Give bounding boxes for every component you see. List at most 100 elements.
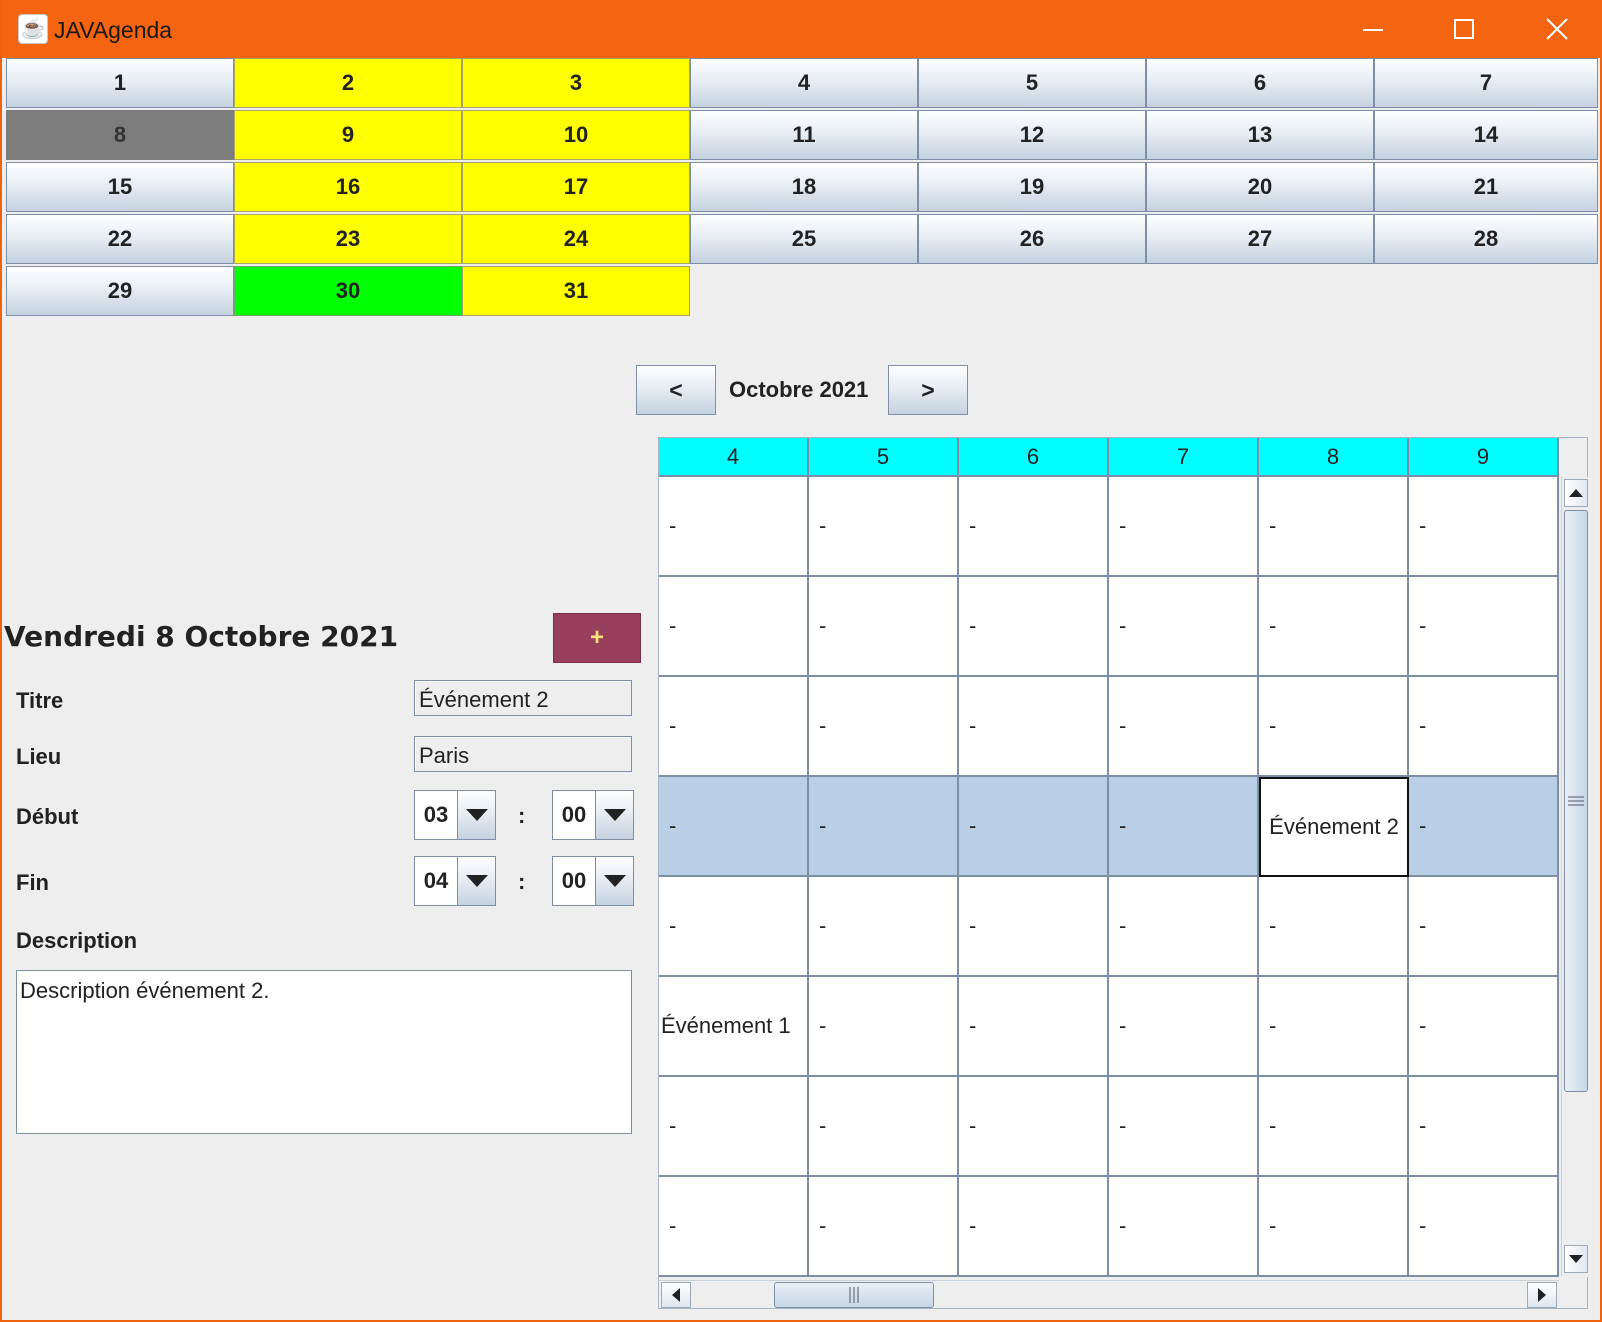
scroll-left-button[interactable] <box>661 1282 691 1308</box>
table-cell[interactable]: - <box>1409 977 1559 1077</box>
table-cell[interactable]: - <box>959 1077 1109 1177</box>
minimize-button[interactable] <box>1342 8 1402 52</box>
table-row[interactable]: ------ <box>659 577 1559 677</box>
title-bar[interactable]: ☕ JAVAgenda <box>2 0 1602 58</box>
table-cell[interactable]: - <box>959 477 1109 577</box>
horizontal-scrollbar[interactable] <box>659 1280 1559 1308</box>
table-cell[interactable]: - <box>1259 1077 1409 1177</box>
day-button-27[interactable]: 27 <box>1146 214 1374 264</box>
day-button-29[interactable]: 29 <box>6 266 234 316</box>
day-button-22[interactable]: 22 <box>6 214 234 264</box>
vertical-scrollbar[interactable] <box>1561 477 1588 1277</box>
table-cell[interactable]: - <box>1259 677 1409 777</box>
scroll-up-button[interactable] <box>1564 479 1588 507</box>
column-header[interactable]: 4 <box>659 438 809 477</box>
table-cell[interactable]: - <box>809 877 959 977</box>
day-button-18[interactable]: 18 <box>690 162 918 212</box>
table-cell[interactable]: - <box>1109 477 1259 577</box>
table-cell[interactable]: - <box>659 777 809 877</box>
day-button-9[interactable]: 9 <box>234 110 462 160</box>
table-row[interactable]: Événement 1----- <box>659 977 1559 1077</box>
table-cell[interactable]: - <box>1409 1077 1559 1177</box>
close-button[interactable] <box>1527 8 1587 52</box>
day-button-31[interactable]: 31 <box>462 266 690 316</box>
table-cell[interactable]: - <box>659 877 809 977</box>
day-button-16[interactable]: 16 <box>234 162 462 212</box>
table-cell[interactable]: - <box>1109 1077 1259 1177</box>
column-header[interactable]: 9 <box>1409 438 1559 477</box>
day-button-5[interactable]: 5 <box>918 58 1146 108</box>
table-cell[interactable]: - <box>959 577 1109 677</box>
table-cell[interactable]: - <box>809 777 959 877</box>
table-cell[interactable]: - <box>1109 577 1259 677</box>
table-cell[interactable]: - <box>1409 677 1559 777</box>
fin-hour-select[interactable]: 04 <box>414 856 496 906</box>
table-cell[interactable]: - <box>959 977 1109 1077</box>
day-button-1[interactable]: 1 <box>6 58 234 108</box>
event-cell[interactable]: Événement 1 <box>659 977 809 1077</box>
table-cell[interactable]: - <box>959 777 1109 877</box>
lieu-field[interactable]: Paris <box>414 736 632 772</box>
day-button-17[interactable]: 17 <box>462 162 690 212</box>
table-cell[interactable]: - <box>1109 777 1259 877</box>
vertical-scroll-thumb[interactable] <box>1564 510 1588 1092</box>
day-button-6[interactable]: 6 <box>1146 58 1374 108</box>
prev-month-button[interactable]: < <box>636 365 716 415</box>
table-cell[interactable]: - <box>1259 977 1409 1077</box>
table-cell[interactable]: - <box>659 677 809 777</box>
table-cell[interactable]: - <box>659 1177 809 1277</box>
table-cell[interactable]: - <box>959 1177 1109 1277</box>
day-button-3[interactable]: 3 <box>462 58 690 108</box>
table-cell[interactable]: - <box>1409 877 1559 977</box>
day-button-2[interactable]: 2 <box>234 58 462 108</box>
description-textarea[interactable]: Description événement 2. <box>16 970 632 1134</box>
table-cell[interactable]: - <box>1409 1177 1559 1277</box>
fin-minute-select[interactable]: 00 <box>552 856 634 906</box>
table-row[interactable]: - - - - Événement 2- <box>659 777 1559 877</box>
day-button-8[interactable]: 8 <box>6 110 234 160</box>
maximize-button[interactable] <box>1434 8 1494 52</box>
table-cell[interactable]: - <box>1109 877 1259 977</box>
table-cell[interactable]: - <box>1259 577 1409 677</box>
table-row[interactable]: ------ <box>659 1177 1559 1277</box>
day-button-12[interactable]: 12 <box>918 110 1146 160</box>
table-row[interactable]: ------ <box>659 877 1559 977</box>
column-header[interactable]: 8 <box>1259 438 1409 477</box>
day-button-20[interactable]: 20 <box>1146 162 1374 212</box>
table-cell[interactable]: - <box>1259 877 1409 977</box>
add-event-button[interactable]: + <box>553 613 641 663</box>
table-cell[interactable]: - <box>809 477 959 577</box>
table-cell[interactable]: - <box>809 977 959 1077</box>
day-button-25[interactable]: 25 <box>690 214 918 264</box>
table-cell[interactable]: - <box>809 577 959 677</box>
day-button-14[interactable]: 14 <box>1374 110 1598 160</box>
next-month-button[interactable]: > <box>888 365 968 415</box>
day-button-7[interactable]: 7 <box>1374 58 1598 108</box>
table-cell[interactable]: - <box>1109 977 1259 1077</box>
table-cell[interactable]: - <box>809 1177 959 1277</box>
column-header[interactable]: 7 <box>1109 438 1259 477</box>
chevron-down-icon[interactable] <box>457 791 495 839</box>
horizontal-scroll-thumb[interactable] <box>774 1282 934 1308</box>
table-cell[interactable]: - <box>1409 477 1559 577</box>
day-button-15[interactable]: 15 <box>6 162 234 212</box>
table-cell[interactable]: - <box>659 477 809 577</box>
day-button-30[interactable]: 30 <box>234 266 462 316</box>
table-row[interactable]: ------ <box>659 477 1559 577</box>
day-button-4[interactable]: 4 <box>690 58 918 108</box>
table-cell[interactable]: - <box>1109 677 1259 777</box>
event-cell[interactable]: Événement 2 <box>1259 777 1409 877</box>
chevron-down-icon[interactable] <box>457 857 495 905</box>
chevron-down-icon[interactable] <box>595 791 633 839</box>
table-cell[interactable]: - <box>659 1077 809 1177</box>
day-button-23[interactable]: 23 <box>234 214 462 264</box>
scroll-down-button[interactable] <box>1564 1245 1588 1273</box>
table-cell[interactable]: - <box>1259 1177 1409 1277</box>
day-button-19[interactable]: 19 <box>918 162 1146 212</box>
day-button-26[interactable]: 26 <box>918 214 1146 264</box>
day-button-11[interactable]: 11 <box>690 110 918 160</box>
table-row[interactable]: ------ <box>659 1077 1559 1177</box>
table-cell[interactable]: - <box>959 877 1109 977</box>
table-cell[interactable]: - <box>809 1077 959 1177</box>
table-cell[interactable]: - <box>809 677 959 777</box>
